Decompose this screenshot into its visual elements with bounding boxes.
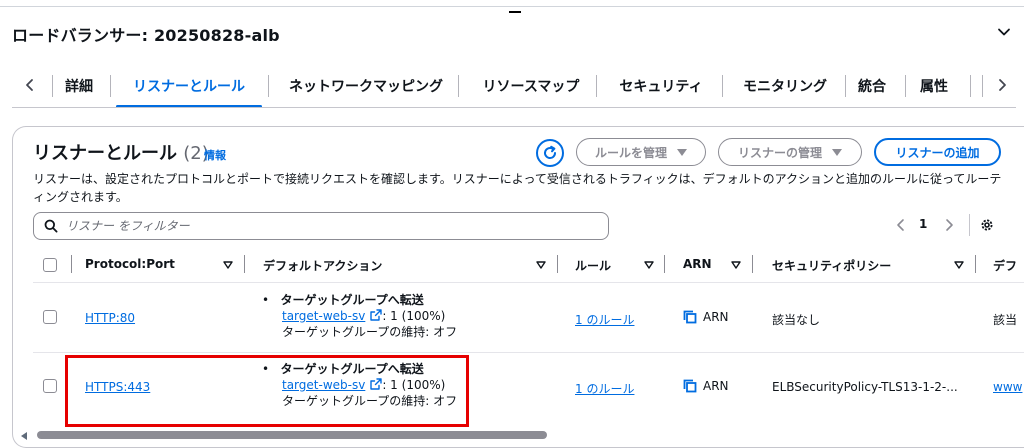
truncated-link[interactable]: www	[993, 380, 1022, 394]
tab-divider	[268, 75, 269, 97]
info-link[interactable]: 情報	[204, 147, 226, 163]
tab-attributes[interactable]: 属性	[915, 66, 953, 106]
external-link-icon[interactable]	[370, 309, 383, 321]
chevron-down-icon[interactable]	[996, 24, 1012, 40]
chevron-right-icon[interactable]	[941, 217, 957, 233]
rules-link[interactable]: 1 のルール	[575, 380, 634, 397]
tab-divider	[596, 75, 597, 97]
tab-divider	[458, 75, 459, 97]
add-listener-button[interactable]: リスナーの追加	[874, 138, 1001, 166]
tab-divider	[110, 75, 111, 97]
column-divider	[664, 255, 665, 273]
column-header-arn[interactable]: ARN	[683, 257, 712, 271]
target-group-line: target-web-sv : 1 (100%)	[262, 308, 457, 324]
column-header-default-action[interactable]: デフォルトアクション	[263, 257, 382, 274]
row-checkbox[interactable]	[43, 379, 57, 393]
filter-input[interactable]	[66, 219, 566, 233]
tab-divider	[52, 75, 53, 97]
arn-label: ARN	[703, 310, 729, 324]
chevron-right-icon	[999, 79, 1006, 91]
caret-down-icon	[677, 148, 687, 156]
target-group-link[interactable]: target-web-sv	[282, 309, 365, 323]
top-border	[0, 6, 1024, 7]
arn-label: ARN	[703, 379, 729, 393]
panel-heading: リスナーとルール (2)	[33, 139, 209, 165]
tab-bar: 詳細 リスナーとルール ネットワークマッピング リソースマップ セキュリティ モ…	[12, 66, 1016, 108]
column-divider	[752, 255, 753, 273]
listeners-panel: リスナーとルール (2) 情報 ルールを管理 リスナーの管理 リスナーの追加 リ…	[12, 126, 1024, 448]
manage-rules-button[interactable]: ルールを管理	[576, 138, 706, 166]
tab-divider	[722, 75, 723, 97]
resize-handle[interactable]	[509, 11, 521, 13]
column-header-security-policy[interactable]: セキュリティポリシー	[772, 257, 891, 274]
highlight-box	[65, 355, 469, 427]
default-action-cell: • ターゲットグループへ転送 target-web-sv : 1 (100%) タ…	[262, 292, 457, 340]
column-header-truncated[interactable]: デフ	[993, 257, 1017, 274]
sort-icon[interactable]	[644, 261, 654, 269]
tab-network-mapping[interactable]: ネットワークマッピング	[276, 66, 456, 106]
column-divider	[557, 255, 558, 273]
page-title: ロードバランサー: 20250828-alb	[12, 26, 280, 45]
column-divider	[71, 255, 72, 273]
sort-icon[interactable]	[954, 261, 964, 269]
tab-details[interactable]: 詳細	[62, 66, 96, 106]
pager-divider	[969, 214, 970, 236]
copy-arn-button[interactable]: ARN	[683, 379, 729, 393]
copy-arn-button[interactable]: ARN	[683, 310, 729, 324]
refresh-icon	[544, 145, 557, 159]
tab-divider	[970, 75, 971, 97]
column-header-protocol-port[interactable]: Protocol:Port	[85, 257, 175, 271]
column-divider	[244, 255, 245, 273]
action-title: ターゲットグループへ転送	[280, 293, 424, 307]
truncated-value: 該当	[993, 313, 1018, 327]
protocol-port-link[interactable]: HTTP:80	[85, 311, 135, 325]
copy-icon	[683, 310, 697, 324]
filter-search-box[interactable]	[33, 212, 609, 240]
manage-listeners-label: リスナーの管理	[737, 145, 822, 160]
tab-divider	[982, 75, 983, 97]
header-divider	[33, 282, 1024, 283]
settings-icon[interactable]	[979, 217, 995, 233]
rules-link[interactable]: 1 のルール	[575, 311, 634, 328]
security-policy-value: 該当なし	[772, 313, 821, 327]
tab-resource-map[interactable]: リソースマップ	[468, 66, 594, 106]
row-divider	[33, 352, 1024, 353]
current-page[interactable]: 1	[919, 217, 927, 231]
tab-scroll-right-button[interactable]	[990, 73, 1014, 97]
horizontal-scrollbar[interactable]	[37, 431, 547, 439]
stickiness-text: ターゲットグループの維持: オフ	[282, 325, 458, 339]
tab-monitoring[interactable]: モニタリング	[730, 66, 840, 106]
refresh-button[interactable]	[536, 139, 564, 167]
tabs-underline	[12, 107, 1016, 108]
tab-divider	[845, 75, 846, 97]
panel-description: リスナーは、設定されたプロトコルとポートで接続リクエストを確認します。リスナーに…	[33, 172, 1002, 204]
tab-listeners-and-rules[interactable]: リスナーとルール	[116, 66, 262, 108]
chevron-left-icon[interactable]	[893, 217, 909, 233]
tab-integrations[interactable]: 統合	[853, 66, 891, 106]
tab-divider	[905, 75, 906, 97]
tab-security[interactable]: セキュリティ	[606, 66, 716, 106]
sort-icon[interactable]	[223, 261, 233, 269]
row-checkbox[interactable]	[43, 310, 57, 324]
column-header-rules[interactable]: ルール	[575, 257, 611, 274]
search-icon	[44, 219, 58, 233]
manage-rules-label: ルールを管理	[594, 145, 667, 160]
security-policy-value: ELBSecurityPolicy-TLS13-1-2-...	[772, 380, 958, 394]
target-weight: : 1 (100%)	[382, 309, 446, 323]
panel-title: リスナーとルール	[33, 143, 177, 164]
chevron-left-icon	[26, 79, 33, 91]
caret-down-icon	[832, 148, 842, 156]
sort-icon[interactable]	[731, 261, 741, 269]
manage-listeners-button[interactable]: リスナーの管理	[718, 138, 862, 166]
scroll-left-arrow[interactable]	[21, 432, 27, 440]
copy-icon	[683, 379, 697, 393]
action-line: • ターゲットグループへ転送	[262, 293, 424, 307]
tab-scroll-left-button[interactable]	[18, 73, 42, 97]
select-all-checkbox[interactable]	[43, 258, 57, 272]
column-divider	[975, 255, 976, 273]
sort-icon[interactable]	[536, 261, 546, 269]
